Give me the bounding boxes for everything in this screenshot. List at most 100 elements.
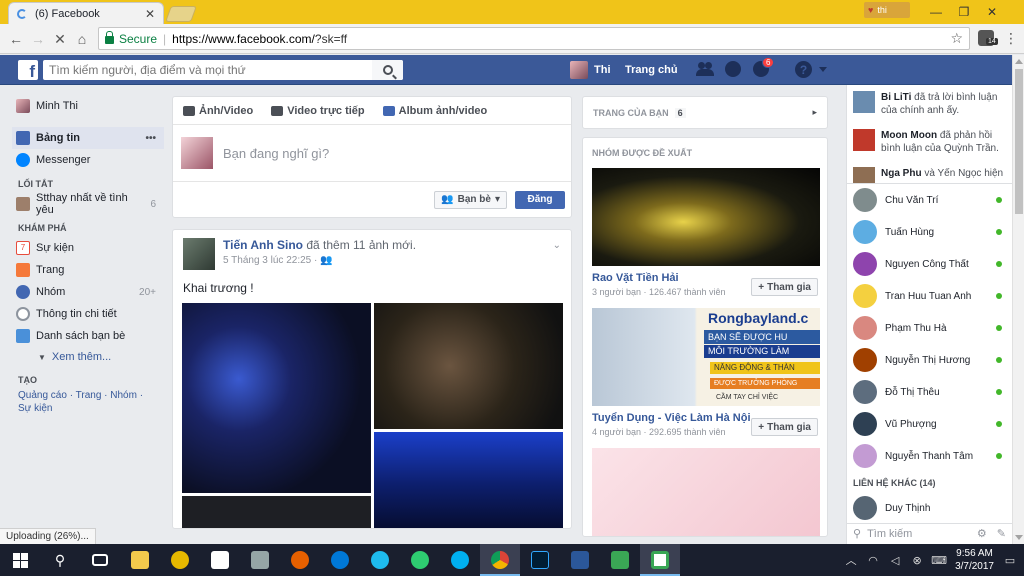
task-view-button[interactable]: [80, 544, 120, 576]
chat-contact[interactable]: Tuấn Hùng: [847, 216, 1012, 248]
close-circle-icon[interactable]: ⊗: [911, 554, 923, 567]
chat-contact[interactable]: Phạm Thu Hà: [847, 312, 1012, 344]
profile-chip[interactable]: ♥ thi: [864, 2, 910, 18]
taskbar-app-edge[interactable]: [320, 544, 360, 576]
photo[interactable]: [182, 303, 371, 493]
wifi-icon[interactable]: ◠: [867, 554, 879, 567]
ticker-item[interactable]: Nga Phu và Yến Ngọc hiện: [847, 161, 1012, 183]
chrome-menu-icon[interactable]: ⋮: [1004, 30, 1018, 46]
sidebar-item-news-feed[interactable]: Bảng tin •••: [12, 127, 164, 149]
sidebar-item-friend-lists[interactable]: Danh sách bạn bè: [12, 325, 164, 347]
composer-input[interactable]: Bạn đang nghĩ gì?: [223, 146, 329, 161]
back-arrow-icon[interactable]: ←: [6, 29, 26, 49]
help-icon[interactable]: ?: [795, 61, 812, 78]
join-group-button[interactable]: + Tham gia: [751, 278, 818, 296]
taskbar-app-ie[interactable]: [360, 544, 400, 576]
gear-icon[interactable]: ⚙: [977, 527, 987, 540]
tab-close-icon[interactable]: ✕: [145, 7, 155, 21]
compose-icon[interactable]: ✎: [997, 527, 1006, 540]
scrollbar-thumb[interactable]: [1015, 69, 1023, 214]
avatar[interactable]: [183, 238, 215, 270]
photo[interactable]: [182, 496, 371, 528]
ticker-item[interactable]: Bi LiTi đã trả lời bình luận của chính a…: [847, 85, 1012, 123]
more-options-icon[interactable]: •••: [145, 133, 164, 144]
taskbar-app-green[interactable]: [400, 544, 440, 576]
start-button[interactable]: [0, 544, 40, 576]
chevron-up-icon[interactable]: ︿: [845, 554, 857, 567]
notifications-button[interactable]: 6: [752, 57, 775, 78]
sidebar-item-pages[interactable]: Trang: [12, 259, 164, 281]
post-button[interactable]: Đăng: [515, 190, 565, 209]
chat-search-input[interactable]: Tìm kiếm: [867, 528, 912, 540]
chat-contact[interactable]: Tran Huu Tuan Anh: [847, 280, 1012, 312]
create-links-line1[interactable]: Quảng cáo · Trang · Nhóm ·: [18, 389, 164, 402]
taskbar-app-vpn[interactable]: [160, 544, 200, 576]
sidebar-item-insights[interactable]: Thông tin chi tiết: [12, 303, 164, 325]
group-name[interactable]: Rao Vặt Tiền Hải: [592, 272, 732, 284]
messages-button[interactable]: [724, 60, 742, 78]
new-tab-button[interactable]: [165, 6, 197, 22]
omnibox[interactable]: Secure | https://www.facebook.com/?sk=ff…: [98, 27, 970, 50]
forward-arrow-icon[interactable]: →: [28, 29, 48, 49]
chat-search-bar[interactable]: ⚲ Tìm kiếm ⚙ ✎: [846, 523, 1012, 543]
notifications-icon[interactable]: ▭: [1004, 554, 1016, 567]
browser-tab[interactable]: (6) Facebook ✕: [8, 2, 164, 24]
group-cover-image[interactable]: [592, 448, 820, 536]
ticker-item[interactable]: Moon Moon đã phản hồi bình luận của Quỳn…: [847, 123, 1012, 161]
story-timestamp[interactable]: 5 Tháng 3 lúc 22:25 · 👥: [223, 255, 416, 266]
audience-selector[interactable]: 👥 Bạn bè ▾: [434, 190, 507, 209]
chat-contact[interactable]: Nguyễn Thanh Tâm: [847, 440, 1012, 472]
create-links-line2[interactable]: Sự kiện: [18, 402, 164, 415]
home-link[interactable]: Trang chủ: [625, 64, 678, 76]
group-cover-image[interactable]: Rongbayland.c BẠN SẼ ĐƯỢC HU MÔI TRƯỜNG …: [592, 308, 820, 406]
taskbar-app-photoshop[interactable]: [520, 544, 560, 576]
home-icon[interactable]: ⌂: [72, 29, 92, 49]
chat-contact[interactable]: Vũ Phượng: [847, 408, 1012, 440]
group-cover-image[interactable]: [592, 168, 820, 266]
close-window-icon[interactable]: ✕: [978, 2, 1006, 22]
page-scrollbar[interactable]: [1012, 55, 1024, 544]
sidebar-item-messenger[interactable]: Messenger: [12, 149, 164, 171]
your-pages-card[interactable]: TRANG CỦA BẠN 6 ▸: [582, 96, 828, 129]
taskbar-app-firefox[interactable]: [280, 544, 320, 576]
taskbar-app-camtasia[interactable]: [600, 544, 640, 576]
scroll-down-icon[interactable]: [1015, 535, 1023, 540]
sidebar-item-profile[interactable]: Minh Thi: [12, 95, 164, 117]
taskbar-app-store[interactable]: [200, 544, 240, 576]
group-name[interactable]: Tuyển Dụng - Việc Làm Hà Nội: [592, 412, 751, 424]
minimize-icon[interactable]: —: [922, 2, 950, 22]
sidebar-item-events[interactable]: 7 Sự kiện: [12, 237, 164, 259]
keyboard-icon[interactable]: ⌨: [931, 554, 947, 567]
chat-contact[interactable]: Nguyễn Thị Hương: [847, 344, 1012, 376]
facebook-logo[interactable]: f: [18, 60, 38, 80]
create-links[interactable]: Quảng cáo · Trang · Nhóm · Sự kiện: [12, 389, 164, 415]
tab-photo-video[interactable]: Ảnh/Video: [183, 105, 253, 117]
volume-icon[interactable]: ◁: [889, 554, 901, 567]
restore-icon[interactable]: ❐: [950, 2, 978, 22]
chat-contact[interactable]: Chu Văn Trí: [847, 184, 1012, 216]
bookmark-star-icon[interactable]: ☆: [950, 30, 963, 47]
chat-contact[interactable]: Nguyen Công Thất: [847, 248, 1012, 280]
profile-link[interactable]: Thi: [570, 61, 611, 79]
chevron-right-icon[interactable]: ▸: [812, 107, 817, 118]
composer-body[interactable]: Bạn đang nghĩ gì?: [173, 125, 571, 181]
clock[interactable]: 9:56 AM 3/7/2017: [955, 547, 994, 573]
taskbar-app-chrome[interactable]: [480, 544, 520, 576]
sidebar-item-groups[interactable]: Nhóm 20+: [12, 281, 164, 303]
author-link[interactable]: Tiến Anh Sino: [223, 238, 303, 252]
search-taskbar-button[interactable]: ⚲: [40, 544, 80, 576]
join-group-button[interactable]: + Tham gia: [751, 418, 818, 436]
story-options-icon[interactable]: ⌄: [553, 240, 561, 251]
taskbar-app-explorer[interactable]: [120, 544, 160, 576]
taskbar-app-word[interactable]: [560, 544, 600, 576]
friend-requests-button[interactable]: [696, 60, 714, 78]
sidebar-item-shortcut[interactable]: Stthay nhất về tình yêu 6: [12, 192, 164, 216]
search-button[interactable]: [372, 60, 403, 80]
scroll-up-icon[interactable]: [1015, 59, 1023, 64]
chat-contact[interactable]: Đỗ Thị Thêu: [847, 376, 1012, 408]
stop-icon[interactable]: ✕: [50, 29, 70, 49]
see-more-link[interactable]: ▼ Xem thêm...: [12, 347, 164, 367]
photo[interactable]: [374, 303, 563, 429]
taskbar-app-camtasia-recorder[interactable]: [640, 544, 680, 576]
tab-photo-album[interactable]: Album ảnh/video: [382, 105, 487, 117]
